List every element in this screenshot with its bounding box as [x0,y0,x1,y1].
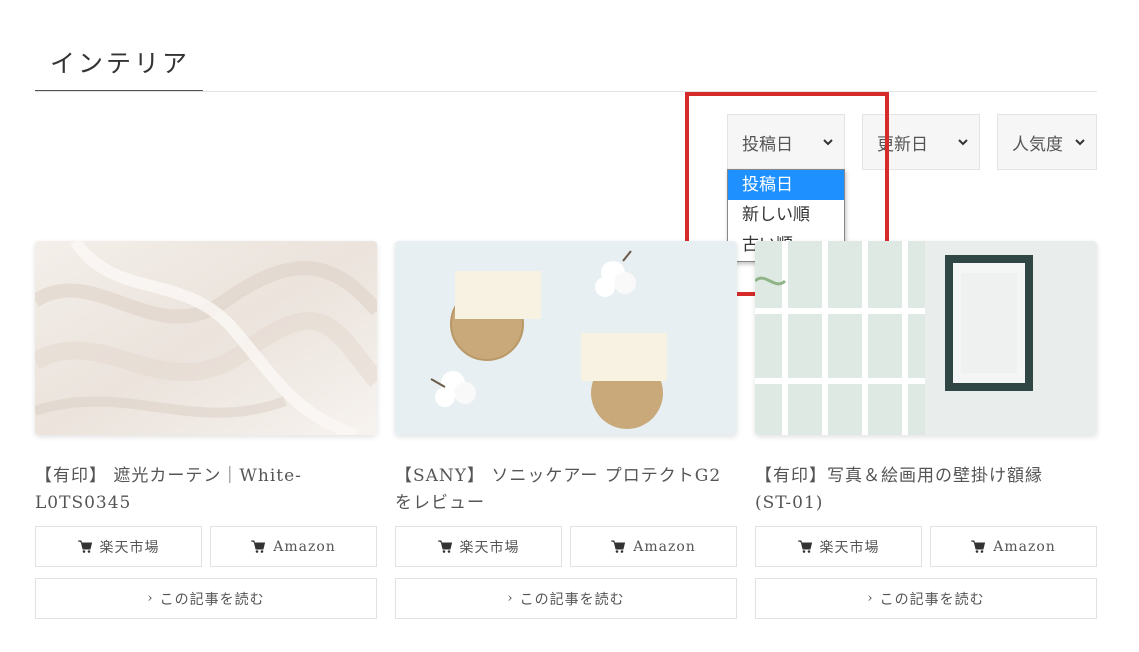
amazon-button[interactable]: Amazon [210,526,377,567]
chevron-down-icon [958,139,968,146]
amazon-button-label: Amazon [633,538,696,555]
dropdown-option-posted[interactable]: 投稿日 [728,170,844,200]
read-article-label: この記事を読む [159,591,265,608]
sort-posted-label: 投稿日 [742,134,793,155]
sort-popular-label: 人気度 [1012,134,1063,155]
cards-and-cotton-image[interactable] [395,241,737,435]
amazon-button[interactable]: Amazon [570,526,737,567]
chevron-right-icon: › [147,591,154,606]
article-title-line: 【有印】写真＆絵画用の壁掛け額縁 [755,466,1043,486]
silk-fabric-image[interactable] [35,241,377,435]
cart-icon [611,540,626,553]
title-divider [35,91,1097,92]
cart-icon [797,540,812,553]
window-and-frame-image[interactable] [755,241,1097,435]
article-card: 【有印】 遮光カーテン｜White- L0TS0345 楽天市場 Amazon … [35,241,377,619]
article-title[interactable]: 【SANY】 ソニッケアー プロテクトG2 をレビュー [395,463,737,517]
article-card: 【SANY】 ソニッケアー プロテクトG2 をレビュー 楽天市場 Amazon … [395,241,737,619]
article-title[interactable]: 【有印】写真＆絵画用の壁掛け額縁 (ST-01) [755,463,1097,517]
sort-updated-label: 更新日 [877,134,928,155]
article-title-line: 【SANY】 ソニッケアー プロテクトG2 [395,466,722,486]
rakuten-button-label: 楽天市場 [459,539,520,556]
page-title: インテリア [50,49,191,78]
read-article-label: この記事を読む [519,591,625,608]
dropdown-option-newest[interactable]: 新しい順 [728,200,844,230]
sort-popular-select[interactable]: 人気度 [997,114,1097,170]
read-article-button[interactable]: › この記事を読む [395,578,737,619]
amazon-button-label: Amazon [273,538,336,555]
rakuten-button-label: 楽天市場 [99,539,160,556]
read-article-button[interactable]: › この記事を読む [35,578,377,619]
amazon-button[interactable]: Amazon [930,526,1097,567]
article-title-line: L0TS0345 [35,493,132,513]
read-article-label: この記事を読む [879,591,985,608]
article-card: 【有印】写真＆絵画用の壁掛け額縁 (ST-01) 楽天市場 Amazon › こ… [755,241,1097,619]
cart-icon [251,540,266,553]
chevron-right-icon: › [507,591,514,606]
cart-icon [77,540,92,553]
rakuten-button[interactable]: 楽天市場 [35,526,202,567]
rakuten-button[interactable]: 楽天市場 [755,526,922,567]
sort-updated-select[interactable]: 更新日 [862,114,980,170]
chevron-down-icon [1075,139,1085,146]
cart-icon [437,540,452,553]
rakuten-button[interactable]: 楽天市場 [395,526,562,567]
sort-posted-select[interactable]: 投稿日 [727,114,845,170]
rakuten-button-label: 楽天市場 [819,539,880,556]
amazon-button-label: Amazon [993,538,1056,555]
chevron-down-icon [823,139,833,146]
article-title[interactable]: 【有印】 遮光カーテン｜White- L0TS0345 [35,463,377,517]
chevron-right-icon: › [867,591,874,606]
article-title-line: をレビュー [395,493,485,513]
read-article-button[interactable]: › この記事を読む [755,578,1097,619]
article-title-line: (ST-01) [755,493,824,513]
cart-icon [971,540,986,553]
article-title-line: 【有印】 遮光カーテン｜White- [35,466,302,486]
